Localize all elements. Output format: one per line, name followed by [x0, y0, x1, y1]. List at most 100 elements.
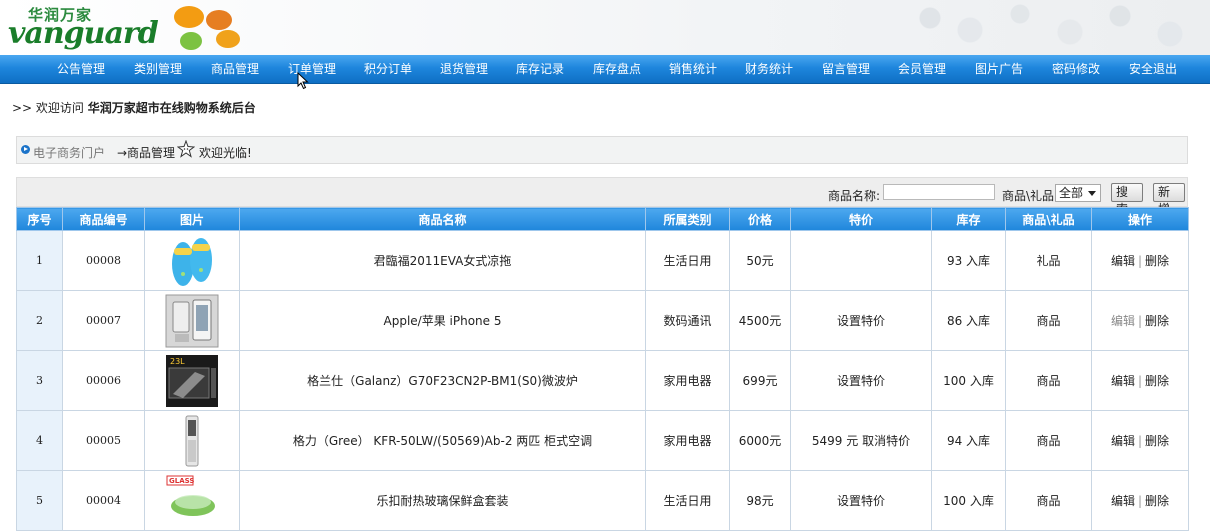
cell-name: 格力（Gree） KFR-50LW/(50569)Ab-2 两匹 柜式空调 [239, 410, 646, 471]
cell-code: 00006 [62, 350, 145, 411]
glass-container-image[interactable]: GLASS [165, 474, 219, 528]
cell-image [144, 290, 240, 351]
svg-text:GLASS: GLASS [169, 477, 194, 485]
cell-kind: 商品 [1005, 290, 1092, 351]
delete-link[interactable]: 删除 [1145, 254, 1169, 268]
microwave-image[interactable]: 23L [165, 354, 219, 408]
separator: | [1137, 254, 1143, 268]
nav-password[interactable]: 密码修改 [1045, 55, 1107, 83]
nav-members[interactable]: 会员管理 [891, 55, 953, 83]
delete-link[interactable]: 删除 [1145, 314, 1169, 328]
nav-logout[interactable]: 安全退出 [1122, 55, 1184, 83]
delete-link[interactable]: 删除 [1145, 434, 1169, 448]
cell-code: 00005 [62, 410, 145, 471]
cell-special [790, 230, 932, 291]
slipper-image[interactable] [165, 234, 219, 288]
logo-dot-orange-3 [216, 30, 240, 48]
cancel-special-link[interactable]: 5499 元 取消特价 [790, 410, 932, 471]
separator: | [1137, 314, 1143, 328]
cell-price: 699元 [729, 350, 791, 411]
cell-kind: 商品 [1005, 350, 1092, 411]
edit-link[interactable]: 编辑 [1111, 494, 1135, 508]
cell-image: GLASS [144, 470, 240, 531]
delete-link[interactable]: 删除 [1145, 494, 1169, 508]
cell-stock: 93 入库 [931, 230, 1006, 291]
logo-en-text: vanguard [8, 16, 159, 51]
nav-stock-record[interactable]: 库存记录 [509, 55, 571, 83]
cell-actions: 编辑 | 删除 [1091, 350, 1189, 411]
table-row: 1 00008 君臨福2011EVA女式凉拖 生活日用 50元 93 入库 礼品… [16, 230, 1189, 291]
table-row: 3 00006 23L 格兰仕（Galanz）G70F23CN2P-BM1(S0… [16, 350, 1189, 411]
delete-link[interactable]: 删除 [1145, 374, 1169, 388]
col-actions: 操作 [1091, 207, 1189, 231]
site-title: 华润万家超市在线购物系统后台 [87, 101, 256, 115]
breadcrumb-portal-link[interactable]: 电子商务门户 [33, 144, 105, 161]
nav-order[interactable]: 订单管理 [281, 55, 343, 83]
col-category: 所属类别 [645, 207, 730, 231]
set-special-link[interactable]: 设置特价 [790, 350, 932, 411]
separator: | [1137, 494, 1143, 508]
cell-price: 98元 [729, 470, 791, 531]
cell-index: 2 [16, 290, 63, 351]
product-table: 序号 商品编号 图片 商品名称 所属类别 价格 特价 库存 商品\礼品 操作 1… [16, 207, 1189, 531]
edit-link[interactable]: 编辑 [1111, 254, 1135, 268]
col-price: 价格 [729, 207, 791, 231]
edit-link[interactable]: 编辑 [1111, 314, 1135, 328]
product-name-input[interactable] [883, 184, 995, 200]
cell-index: 1 [16, 230, 63, 291]
nav-notice[interactable]: 公告管理 [50, 55, 112, 83]
edit-link[interactable]: 编辑 [1111, 374, 1135, 388]
col-stock: 库存 [931, 207, 1006, 231]
nav-image-ads[interactable]: 图片广告 [968, 55, 1030, 83]
col-name: 商品名称 [239, 207, 646, 231]
set-special-link[interactable]: 设置特价 [790, 290, 932, 351]
name-label: 商品名称: [828, 189, 881, 203]
nav-category[interactable]: 类别管理 [127, 55, 189, 83]
welcome-prefix: >> 欢迎访问 [12, 101, 84, 115]
cell-image [144, 410, 240, 471]
nav-stock-check[interactable]: 库存盘点 [586, 55, 648, 83]
cell-actions: 编辑 | 删除 [1091, 230, 1189, 291]
col-special: 特价 [790, 207, 932, 231]
set-special-link[interactable]: 设置特价 [790, 470, 932, 531]
mouse-cursor-icon [297, 72, 309, 90]
nav-messages[interactable]: 留言管理 [815, 55, 877, 83]
cell-index: 5 [16, 470, 63, 531]
col-image: 图片 [144, 207, 240, 231]
header: 华润万家 vanguard [0, 0, 1210, 55]
nav-return[interactable]: 退货管理 [433, 55, 495, 83]
nav-points-order[interactable]: 积分订单 [357, 55, 419, 83]
nav-finance-stats[interactable]: 财务统计 [738, 55, 800, 83]
cell-stock: 100 入库 [931, 470, 1006, 531]
edit-link[interactable]: 编辑 [1111, 434, 1135, 448]
cell-code: 00004 [62, 470, 145, 531]
cell-actions: 编辑 | 删除 [1091, 410, 1189, 471]
table-row: 2 00007 Apple/苹果 iPhone 5 数码通讯 4500元 设置特… [16, 290, 1189, 351]
type-select[interactable]: 全部 [1055, 184, 1101, 202]
nav-product[interactable]: 商品管理 [204, 55, 266, 83]
nav-sales-stats[interactable]: 销售统计 [662, 55, 724, 83]
type-select-value: 全部 [1059, 186, 1084, 200]
cell-actions: 编辑 | 删除 [1091, 470, 1189, 531]
add-button[interactable]: 新增 [1153, 183, 1185, 216]
cell-kind: 商品 [1005, 470, 1092, 531]
type-label: 商品\礼品: [1002, 189, 1059, 203]
breadcrumb-current: →商品管理 [117, 146, 176, 160]
cell-name: 乐扣耐热玻璃保鲜盒套装 [239, 470, 646, 531]
cell-image [144, 230, 240, 291]
air-conditioner-image[interactable] [165, 414, 219, 468]
cell-category: 生活日用 [645, 230, 730, 291]
logo-dot-orange-2 [206, 10, 232, 30]
chevron-down-icon [1088, 191, 1096, 196]
phone-image[interactable] [165, 294, 219, 348]
cell-category: 家用电器 [645, 410, 730, 471]
header-pattern [910, 0, 1210, 55]
breadcrumb: 电子商务门户 →商品管理 欢迎光临! [16, 136, 1188, 164]
search-button[interactable]: 搜索 [1111, 183, 1143, 216]
cell-name: 格兰仕（Galanz）G70F23CN2P-BM1(S0)微波炉 [239, 350, 646, 411]
arrow-circle-icon [21, 145, 30, 154]
cell-stock: 100 入库 [931, 350, 1006, 411]
col-code: 商品编号 [62, 207, 145, 231]
table-row: 5 00004 GLASS 乐扣耐热玻璃保鲜盒套装 生活日用 98元 设置特价 … [16, 470, 1189, 531]
svg-text:23L: 23L [170, 357, 185, 366]
